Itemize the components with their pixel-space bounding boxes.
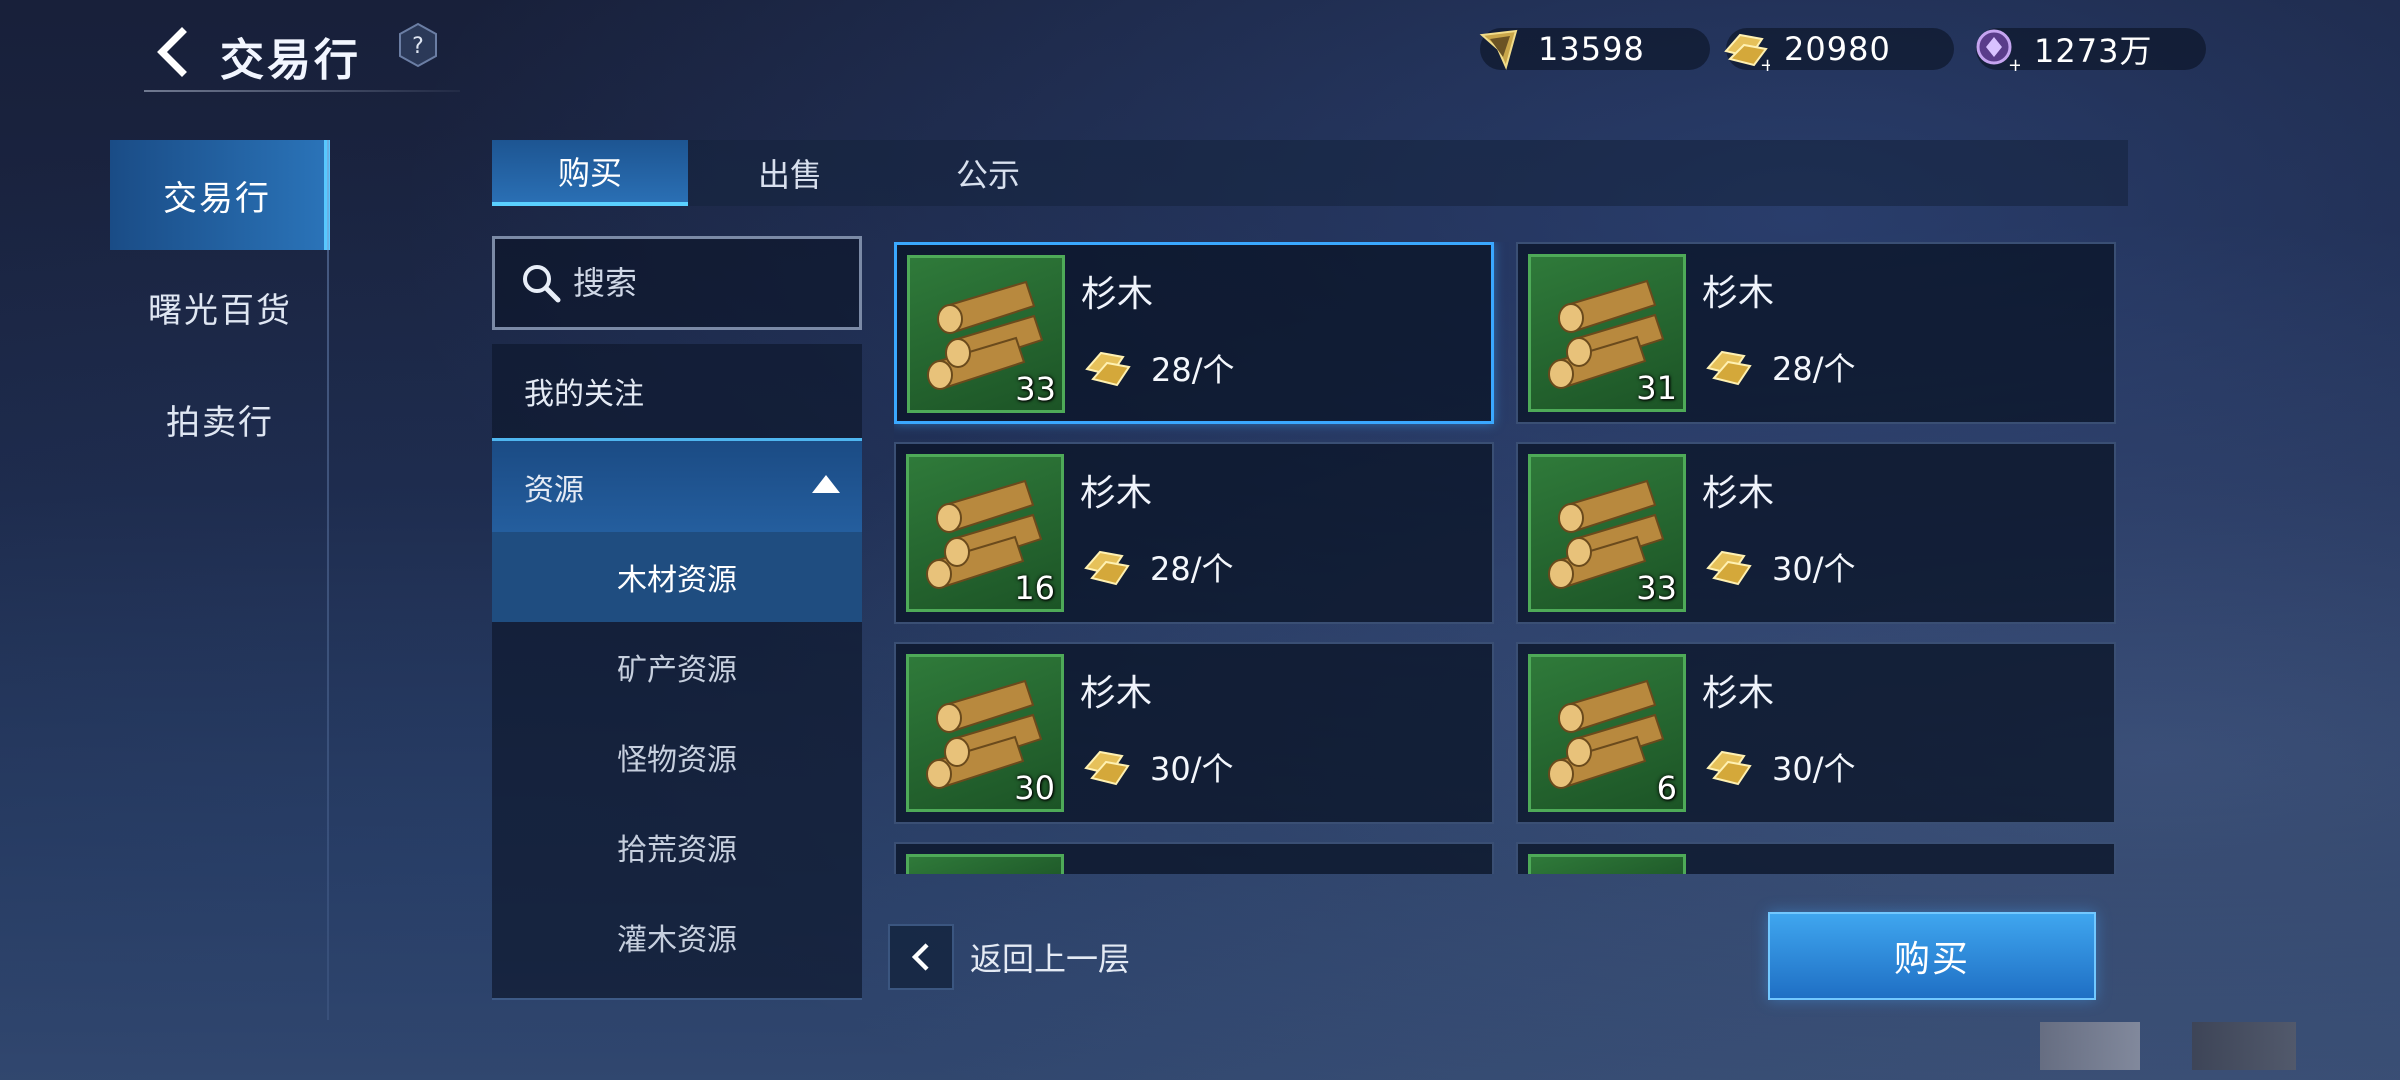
tab-notice[interactable]: 公示 — [890, 140, 1086, 206]
currency-crystal[interactable]: + 1273万 — [1976, 28, 2206, 73]
item-grid: 33 杉木 28/个 31 杉木 28/个 16 杉木 28/个 33 杉木 3… — [894, 242, 2116, 874]
item-name: 杉木 — [1080, 673, 1153, 714]
item-card[interactable]: 33 杉木 28/个 — [894, 242, 1494, 424]
help-icon[interactable]: ? — [398, 22, 438, 68]
item-card[interactable]: 33 杉木 30/个 — [1516, 442, 2116, 624]
back-level-button[interactable]: 返回上一层 — [888, 924, 1144, 990]
item-name: 杉木 — [1081, 274, 1154, 315]
item-card-partial[interactable] — [894, 842, 1494, 874]
nav-item-trading[interactable]: 交易行 — [110, 140, 330, 250]
item-price: 28/个 — [1772, 350, 1856, 388]
subcategory-monster[interactable]: 怪物资源 — [492, 712, 862, 802]
chevron-left-icon — [157, 27, 187, 77]
item-name: 杉木 — [1702, 473, 1775, 514]
item-thumbnail: 6 — [1528, 654, 1686, 812]
currency-gold[interactable]: + 20980 — [1724, 28, 1954, 73]
search-icon — [523, 265, 561, 303]
item-thumbnail — [1528, 854, 1686, 874]
item-quantity: 33 — [1636, 569, 1677, 607]
title-underline — [144, 90, 460, 92]
svg-text:?: ? — [412, 34, 424, 59]
category-my-follow[interactable]: 我的关注 — [492, 344, 862, 438]
gold-bar-icon — [1706, 550, 1752, 586]
item-quantity: 33 — [1015, 370, 1056, 408]
crystal-add-icon: + — [1976, 29, 2020, 73]
currency-value: 20980 — [1784, 30, 1891, 68]
subcategory-shrub[interactable]: 灌木资源 — [492, 892, 862, 982]
page-title: 交易行 — [220, 35, 361, 86]
nav-divider — [327, 140, 329, 1020]
item-price: 30/个 — [1150, 750, 1234, 788]
gold-bar-icon — [1084, 750, 1130, 786]
page-header: 交易行 ? — [130, 14, 460, 94]
item-quantity: 30 — [1014, 769, 1055, 807]
item-thumbnail — [906, 854, 1064, 874]
back-level-label: 返回上一层 — [970, 940, 1131, 978]
subcategory-wood[interactable]: 木材资源 — [492, 532, 862, 622]
gold-bar-add-icon: + — [1724, 33, 1770, 73]
left-nav: 交易行 曙光百货 拍卖行 — [110, 140, 330, 1020]
gold-bar-icon — [1084, 550, 1130, 586]
currency-value: 13598 — [1538, 30, 1645, 68]
currency-ticket: 13598 — [1479, 28, 1710, 70]
item-thumbnail: 30 — [906, 654, 1064, 812]
gold-bar-icon — [1706, 750, 1752, 786]
item-thumbnail: 33 — [907, 255, 1065, 413]
item-thumbnail: 33 — [1528, 454, 1686, 612]
nav-item-dawn-store[interactable]: 曙光百货 — [110, 252, 330, 362]
subcategory-mineral[interactable]: 矿产资源 — [492, 622, 862, 712]
tab-bar: 购买 出售 公示 — [492, 140, 2128, 206]
back-button[interactable] — [144, 20, 200, 84]
item-price: 28/个 — [1151, 351, 1235, 389]
buy-button[interactable]: 购买 — [1768, 912, 2096, 1000]
item-card[interactable]: 31 杉木 28/个 — [1516, 242, 2116, 424]
item-card[interactable]: 16 杉木 28/个 — [894, 442, 1494, 624]
category-label: 资源 — [524, 472, 584, 508]
currency-value: 1273万 — [2034, 32, 2153, 70]
category-panel: 我的关注 资源 木材资源 矿产资源 怪物资源 拾荒资源 灌木资源 — [492, 344, 862, 1000]
item-name: 杉木 — [1702, 673, 1775, 714]
svg-text:+: + — [1760, 55, 1770, 73]
chevron-left-icon — [888, 924, 954, 990]
item-price: 30/个 — [1772, 750, 1856, 788]
item-name: 杉木 — [1080, 473, 1153, 514]
item-quantity: 6 — [1656, 769, 1677, 807]
subcategory-scavenge[interactable]: 拾荒资源 — [492, 802, 862, 892]
item-quantity: 31 — [1636, 369, 1677, 407]
nav-item-auction[interactable]: 拍卖行 — [110, 364, 330, 474]
gold-bar-icon — [1085, 351, 1131, 387]
ticket-icon — [1479, 29, 1518, 70]
item-thumbnail: 31 — [1528, 254, 1686, 412]
tab-buy[interactable]: 购买 — [492, 140, 688, 206]
search-box[interactable] — [492, 236, 862, 330]
item-name: 杉木 — [1702, 273, 1775, 314]
category-label: 我的关注 — [524, 377, 644, 412]
item-quantity: 16 — [1014, 569, 1055, 607]
item-price: 30/个 — [1772, 550, 1856, 588]
item-price: 28/个 — [1150, 550, 1234, 588]
svg-text:+: + — [2008, 55, 2020, 73]
search-input[interactable] — [573, 264, 853, 302]
item-card-partial[interactable] — [1516, 842, 2116, 874]
category-resource[interactable]: 资源 — [492, 438, 862, 532]
item-card[interactable]: 6 杉木 30/个 — [1516, 642, 2116, 824]
item-card[interactable]: 30 杉木 30/个 — [894, 642, 1494, 824]
item-thumbnail: 16 — [906, 454, 1064, 612]
system-button[interactable] — [2192, 1022, 2296, 1070]
tab-sell[interactable]: 出售 — [692, 140, 888, 206]
gold-bar-icon — [1706, 350, 1752, 386]
collapse-up-icon — [812, 475, 840, 493]
system-button[interactable] — [2040, 1022, 2140, 1070]
